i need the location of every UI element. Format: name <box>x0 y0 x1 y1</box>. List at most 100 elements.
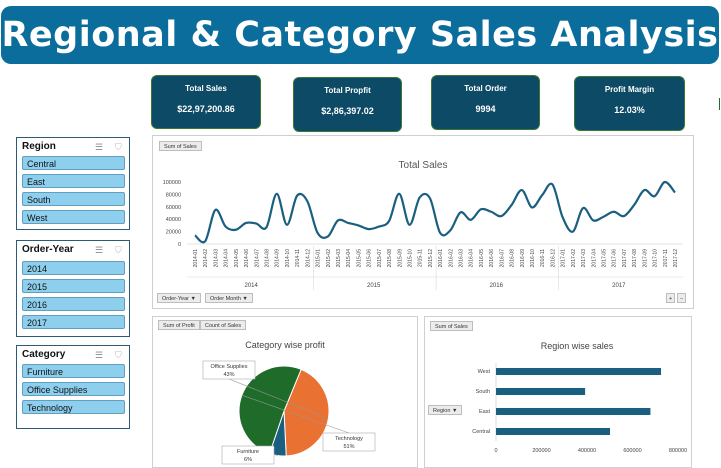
slicer-item-2016[interactable]: 2016 <box>22 297 125 311</box>
slicer-item-2017[interactable]: 2017 <box>22 315 125 329</box>
x-tick-label: 2017-01 <box>561 249 567 268</box>
x-tick-label: 2017-02 <box>571 249 577 268</box>
x-tick-label: 600000 <box>623 448 641 454</box>
filter-label: Order-Year <box>162 296 190 302</box>
kpi-label: Profit Margin <box>604 85 655 94</box>
x-tick-label: 2014-10 <box>285 249 291 268</box>
x-tick-label: 2015-04 <box>346 249 352 268</box>
x-tick-label: 2016-10 <box>530 249 536 268</box>
x-tick-label: 2016-07 <box>499 249 505 268</box>
slicer-title: Order-Year <box>22 244 74 255</box>
x-tick-label: 2014-08 <box>264 249 270 268</box>
kpi-label: Total Sales <box>185 84 227 93</box>
clear-filter-icon[interactable]: ⛉ <box>115 350 122 361</box>
x-tick-label: 2014-05 <box>234 249 240 268</box>
x-tick-label: 0 <box>494 448 497 454</box>
filter-label: Order Month <box>210 296 241 302</box>
pie-label-name: Furniture <box>237 449 259 455</box>
x-tick-label: 2014-02 <box>203 249 209 268</box>
pie-label-value: 6% <box>244 457 252 463</box>
x-tick-label: 2015-05 <box>356 249 362 268</box>
y-category-label: South <box>476 389 490 395</box>
dashboard-title: Regional & Category Sales Analysis <box>1 15 719 55</box>
year-label: 2014 <box>244 283 258 289</box>
collapse-button[interactable]: − <box>677 293 687 303</box>
x-tick-label: 2015-09 <box>397 249 403 268</box>
y-tick-label: 80000 <box>166 192 181 198</box>
slicer-item-technology[interactable]: Technology <box>22 400 125 414</box>
x-tick-label: 2017-05 <box>602 249 608 268</box>
multi-select-icon[interactable]: ☰ <box>95 350 103 361</box>
x-tick-label: 2016-05 <box>479 249 485 268</box>
slicer-item-central[interactable]: Central <box>22 156 125 170</box>
category-profit-panel: Sum of Profit Count of Sales Category wi… <box>152 316 418 468</box>
pie-label-value: 51% <box>343 444 354 450</box>
x-tick-label: 2017-06 <box>612 249 618 268</box>
x-tick-label: 2017-12 <box>673 249 679 268</box>
x-tick-label: 2017-10 <box>653 249 659 268</box>
y-tick-label: 0 <box>178 242 181 248</box>
x-tick-label: 400000 <box>578 448 596 454</box>
x-tick-label: 2016-04 <box>469 249 475 268</box>
chart-title: Category wise profit <box>245 340 325 350</box>
kpi-profit-margin: Profit Margin 12.03% <box>574 76 685 131</box>
pie-label-value: 43% <box>223 372 234 378</box>
clear-filter-icon[interactable]: ⛉ <box>115 142 122 153</box>
x-tick-label: 2016-02 <box>448 249 454 268</box>
x-tick-label: 2014-03 <box>213 249 219 268</box>
x-tick-label: 2015-06 <box>367 249 373 268</box>
x-tick-label: 2016-03 <box>459 249 465 268</box>
slicer-item-east[interactable]: East <box>22 174 125 188</box>
slicer-item-2014[interactable]: 2014 <box>22 261 125 275</box>
x-tick-label: 2015-01 <box>316 249 322 268</box>
slicer-item-office-supplies[interactable]: Office Supplies <box>22 382 125 396</box>
pie-label-name: Office Supplies <box>211 364 248 370</box>
x-tick-label: 200000 <box>532 448 550 454</box>
category-profit-pie-chart: Category wise profit Office Supplies 43% Fu… <box>202 340 376 465</box>
kpi-value: $2,86,397.02 <box>321 106 374 116</box>
x-tick-label: 2017-08 <box>632 249 638 268</box>
x-tick-label: 2015-03 <box>336 249 342 268</box>
x-tick-label: 2014-06 <box>244 249 250 268</box>
x-tick-label: 800000 <box>669 448 687 454</box>
multi-select-icon[interactable]: ☰ <box>95 245 103 256</box>
order-month-filter-button[interactable]: Order Month ▼ <box>205 293 253 303</box>
multi-select-icon[interactable]: ☰ <box>95 142 103 153</box>
x-tick-label: 2015-07 <box>377 249 383 268</box>
slicer-title: Category <box>22 349 66 360</box>
region-bar <box>496 428 611 435</box>
total-sales-panel: Sum of Sales Total Sales 0 20000 40000 60000… <box>152 135 694 309</box>
x-tick-label: 2014-04 <box>224 249 230 268</box>
order-year-filter-button[interactable]: Order-Year ▼ <box>157 293 201 303</box>
kpi-label: Total Order <box>464 84 507 93</box>
kpi-total-profit: Total Propfit $2,86,397.02 <box>293 77 402 132</box>
y-tick-label: 60000 <box>166 205 181 211</box>
y-tick-label: 20000 <box>166 230 181 236</box>
expand-button[interactable]: + <box>666 293 676 303</box>
region-axis-button[interactable]: Region ▼ <box>428 405 463 415</box>
year-label: 2016 <box>490 283 504 289</box>
clear-filter-icon[interactable]: ⛉ <box>115 245 122 256</box>
x-tick-label: 2014-09 <box>275 249 281 268</box>
axis-button-label: Region <box>433 408 451 414</box>
x-tick-label: 2015-08 <box>387 249 393 268</box>
x-tick-label: 2017-09 <box>642 249 648 268</box>
kpi-total-sales: Total Sales $22,97,200.86 <box>151 75 261 129</box>
slicer-item-furniture[interactable]: Furniture <box>22 364 125 378</box>
region-bar <box>496 388 586 395</box>
kpi-value: $22,97,200.86 <box>177 104 235 114</box>
dropdown-arrow-icon: ▼ <box>190 296 196 302</box>
year-label: 2017 <box>612 283 626 289</box>
x-tick-label: 2014-11 <box>295 249 301 267</box>
dashboard-header: Regional & Category Sales Analysis <box>1 6 719 64</box>
slicer-item-west[interactable]: West <box>22 210 125 224</box>
y-tick-label: 100000 <box>163 180 181 186</box>
slicer-title: Region <box>22 141 56 152</box>
region-slicer: Region ☰ ⛉ Central East South West <box>16 137 130 230</box>
x-tick-label: 2016-09 <box>520 249 526 268</box>
chart-title: Total Sales <box>399 160 448 171</box>
slicer-item-south[interactable]: South <box>22 192 125 206</box>
region-sales-panel: Sum of Sales Region wise sales 0 200000 400… <box>424 316 692 468</box>
total-sales-line-chart: Total Sales 0 20000 40000 60000 80000 100000 20… <box>163 160 683 290</box>
slicer-item-2015[interactable]: 2015 <box>22 279 125 293</box>
